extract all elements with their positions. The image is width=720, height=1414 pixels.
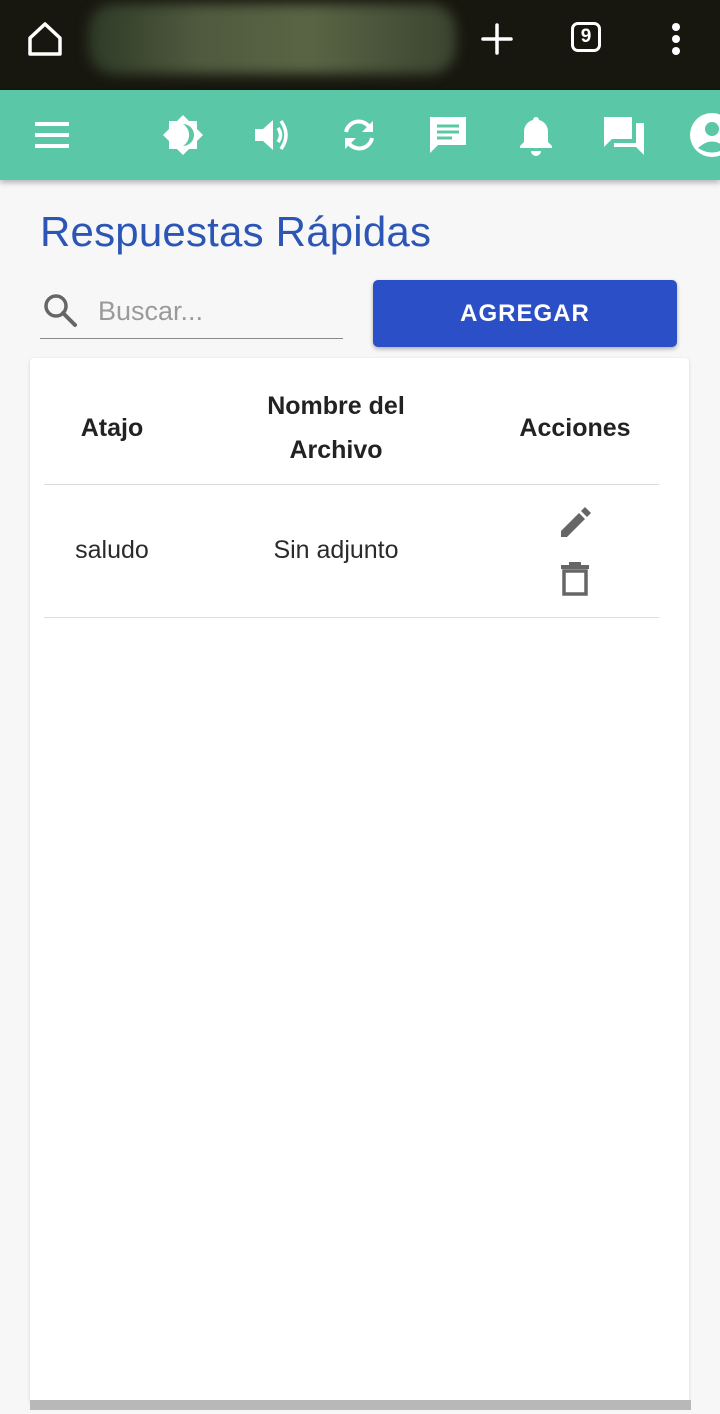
notifications-icon[interactable] bbox=[512, 111, 560, 159]
search-field[interactable] bbox=[40, 286, 343, 339]
header-shortcut: Atajo bbox=[80, 414, 144, 442]
header-divider bbox=[44, 484, 659, 485]
page-title: Respuestas Rápidas bbox=[40, 208, 432, 255]
forum-icon[interactable] bbox=[600, 111, 648, 159]
browser-toolbar: 9 bbox=[0, 0, 720, 90]
row-divider bbox=[44, 617, 659, 618]
tab-count: 9 bbox=[580, 26, 592, 47]
quick-replies-table: Atajo Nombre del Archivo Acciones saludo… bbox=[30, 358, 689, 1404]
delete-icon[interactable] bbox=[555, 558, 595, 598]
filename-cell: Sin adjunto bbox=[273, 536, 399, 564]
plus-icon[interactable] bbox=[476, 18, 518, 60]
volume-icon[interactable] bbox=[247, 111, 295, 159]
add-button[interactable]: AGREGAR bbox=[373, 280, 677, 347]
more-vert-icon[interactable] bbox=[660, 18, 692, 60]
sync-icon[interactable] bbox=[335, 111, 383, 159]
shortcut-cell: saludo bbox=[75, 536, 149, 564]
search-input[interactable] bbox=[96, 290, 340, 332]
message-icon[interactable] bbox=[424, 111, 472, 159]
search-icon bbox=[44, 294, 77, 327]
header-actions: Acciones bbox=[519, 414, 631, 442]
header-filename: Nombre del Archivo bbox=[267, 392, 405, 464]
app-bar bbox=[0, 90, 720, 180]
edit-icon[interactable] bbox=[555, 503, 595, 543]
menu-icon[interactable] bbox=[28, 111, 76, 159]
horizontal-scrollbar[interactable] bbox=[30, 1400, 691, 1410]
brightness-icon[interactable] bbox=[159, 111, 207, 159]
address-bar[interactable] bbox=[88, 4, 456, 74]
home-icon[interactable] bbox=[24, 18, 66, 60]
tabs-icon[interactable]: 9 bbox=[571, 22, 601, 52]
account-icon[interactable] bbox=[688, 111, 720, 159]
